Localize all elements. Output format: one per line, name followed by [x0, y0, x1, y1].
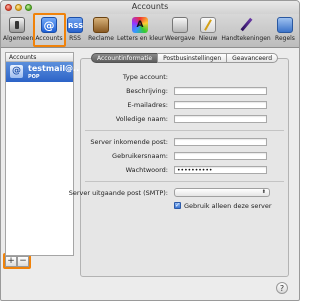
accounts-highlight-box	[33, 13, 66, 47]
signatures-pen-icon	[238, 17, 254, 33]
list-item[interactable]: @ testmail@... POP	[6, 62, 82, 82]
preferences-window: Accounts Algemeen @ Accounts RSS RSS Rec…	[0, 0, 300, 301]
toolbar-label: Letters en kleur	[117, 35, 165, 42]
full-name-label: Volledige naam:	[115, 115, 168, 123]
password-label: Wachtwoord:	[125, 166, 168, 174]
incoming-server-field[interactable]	[174, 138, 267, 146]
toolbar-label: Regels	[275, 35, 295, 42]
composing-icon	[200, 17, 216, 33]
window-title: Accounts	[131, 2, 169, 11]
description-label: Beschrijving:	[126, 87, 168, 95]
toolbar-item-handtekeningen[interactable]: Handtekeningen	[220, 15, 272, 46]
accounts-list: Accounts @ testmail@... POP	[5, 52, 82, 256]
junk-mail-icon	[93, 17, 109, 33]
email-field[interactable]	[174, 101, 267, 109]
toolbar-label: Handtekeningen	[221, 35, 271, 42]
username-field[interactable]	[174, 152, 267, 160]
rules-icon	[277, 17, 293, 33]
accounts-list-header: Accounts	[6, 53, 73, 62]
toolbar-item-nieuw[interactable]: Nieuw	[197, 15, 219, 46]
email-label: E-mailadres:	[127, 101, 168, 109]
toolbar-item-algemeen[interactable]: Algemeen	[3, 15, 34, 46]
account-type-label: Type account:	[122, 73, 168, 81]
toolbar-label: Algemeen	[3, 35, 34, 42]
general-switch-icon	[9, 17, 25, 33]
toolbar-item-regels[interactable]: Regels	[273, 15, 297, 46]
incoming-server-label: Server inkomende post:	[90, 138, 168, 146]
remove-account-button[interactable]: −	[17, 256, 29, 267]
toolbar-item-letters-en-kleur[interactable]: A Letters en kleur	[117, 15, 165, 46]
toolbar-label: Nieuw	[198, 35, 218, 42]
segmented-tabs: Accountinformatie Postbusinstellingen Ge…	[91, 53, 279, 63]
toolbar-item-weergave[interactable]: Weergave	[164, 15, 196, 46]
toolbar-label: RSS	[69, 35, 81, 42]
toolbar-item-rss[interactable]: RSS RSS	[66, 15, 84, 46]
viewing-icon	[172, 17, 188, 33]
help-button[interactable]: ?	[276, 282, 288, 294]
username-label: Gebruikersnaam:	[112, 152, 168, 160]
outgoing-server-select[interactable]: ⬍	[174, 188, 270, 197]
divider	[85, 181, 284, 182]
tab-geavanceerd[interactable]: Geavanceerd	[226, 53, 279, 63]
only-this-server-label: Gebruik alleen deze server	[184, 202, 272, 210]
tab-accountinformatie[interactable]: Accountinformatie	[91, 53, 159, 63]
toolbar-label: Weergave	[164, 35, 196, 42]
toolbar-label: Reclame	[88, 35, 114, 42]
only-this-server-checkbox[interactable]: ✓	[174, 202, 181, 209]
mail-account-icon: @	[10, 65, 23, 78]
add-remove-controls: + −	[5, 256, 29, 267]
password-field[interactable]: ••••••••••	[174, 166, 267, 174]
account-name: testmail@...	[28, 64, 83, 73]
divider	[85, 130, 284, 131]
fonts-colors-icon: A	[132, 17, 148, 33]
toolbar-item-reclame[interactable]: Reclame	[87, 15, 115, 46]
full-name-field[interactable]	[174, 115, 267, 123]
add-account-button[interactable]: +	[5, 256, 17, 267]
select-arrows-icon: ⬍	[261, 189, 266, 195]
description-field[interactable]	[174, 87, 267, 95]
outgoing-server-label: Server uitgaande post (SMTP):	[68, 189, 168, 197]
account-type: POP	[28, 74, 40, 80]
rss-icon: RSS	[67, 17, 83, 33]
tab-postbusinstellingen[interactable]: Postbusinstellingen	[157, 53, 228, 63]
